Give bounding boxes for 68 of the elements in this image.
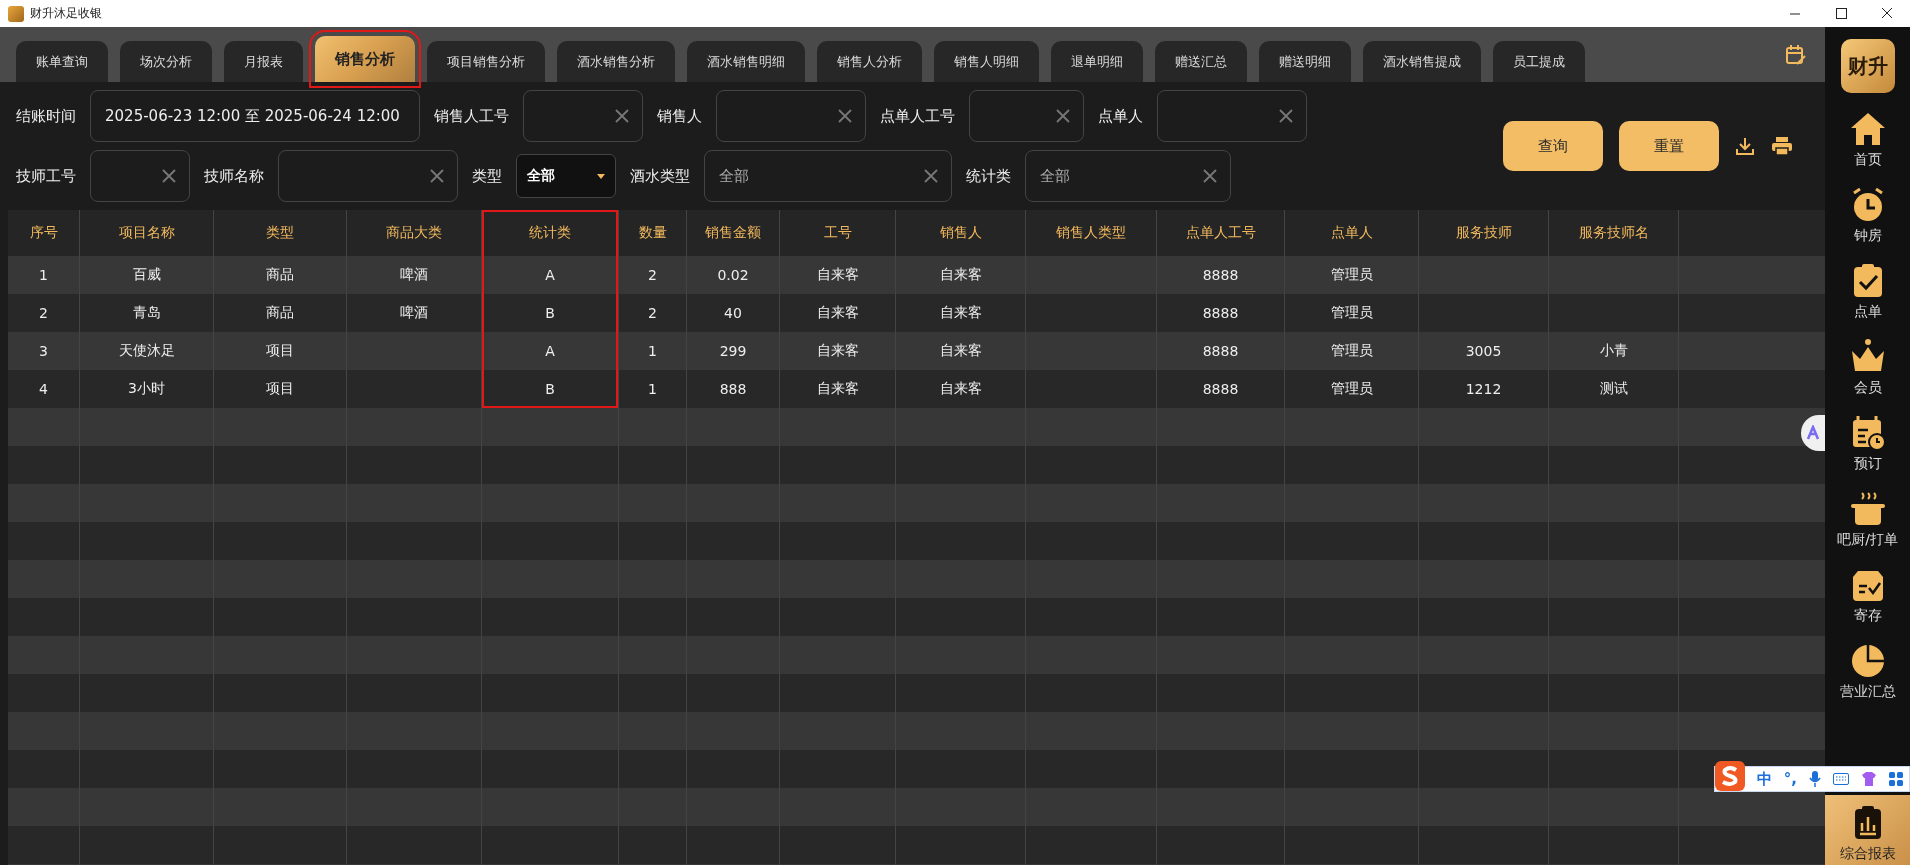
column-header: 统计类: [482, 210, 619, 256]
report-tab[interactable]: 销售人明细: [934, 41, 1039, 82]
table-cell: B: [482, 370, 619, 408]
filter-label: 技师名称: [204, 166, 264, 186]
report-tab[interactable]: 酒水销售明细: [687, 41, 805, 82]
ime-punctuation[interactable]: °,: [1783, 770, 1797, 788]
filter-label: 销售人工号: [434, 106, 509, 126]
filter-label: 点单人: [1098, 106, 1143, 126]
download-icon[interactable]: [1735, 136, 1755, 156]
sidebar-item[interactable]: 吧厨/打单: [1825, 481, 1910, 557]
microphone-icon[interactable]: [1809, 771, 1821, 787]
filter-label: 结账时间: [16, 106, 76, 126]
app-logo-icon: [8, 5, 24, 22]
filter-field[interactable]: [716, 90, 866, 142]
sidebar-item[interactable]: 点单: [1825, 253, 1910, 329]
report-tab[interactable]: 赠送明细: [1259, 41, 1351, 82]
filter-label: 销售人: [657, 106, 702, 126]
print-icon[interactable]: [1771, 136, 1793, 156]
clear-icon[interactable]: [1056, 109, 1070, 123]
ime-mode[interactable]: 中: [1756, 769, 1772, 789]
report-tab[interactable]: 退单明细: [1051, 41, 1143, 82]
letter-a-icon: [1805, 425, 1821, 441]
shirt-icon[interactable]: [1861, 771, 1877, 787]
clear-icon[interactable]: [1279, 109, 1293, 123]
filter-field[interactable]: [523, 90, 643, 142]
filter-label: 酒水类型: [630, 166, 690, 186]
keyboard-icon[interactable]: [1833, 773, 1849, 785]
sidebar-item[interactable]: 会员: [1825, 329, 1910, 405]
sidebar-item[interactable]: 综合报表: [1825, 795, 1910, 865]
clear-icon[interactable]: [838, 109, 852, 123]
filter-field[interactable]: [278, 150, 458, 202]
report-tab[interactable]: 场次分析: [120, 41, 212, 82]
report-tab[interactable]: 账单查询: [16, 41, 108, 82]
filter-label: 技师工号: [16, 166, 76, 186]
brand-logo: 财升: [1840, 39, 1895, 93]
clear-icon[interactable]: [162, 169, 176, 183]
report-tab[interactable]: 员工提成: [1493, 41, 1585, 82]
report-tab[interactable]: 销售人分析: [817, 41, 922, 82]
query-button[interactable]: 查询: [1503, 121, 1603, 171]
filter-label: 类型: [472, 166, 502, 186]
filter-label: 点单人工号: [880, 106, 955, 126]
sidebar-item[interactable]: 首页: [1825, 101, 1910, 177]
reset-button[interactable]: 重置: [1619, 121, 1719, 171]
report-tab[interactable]: 赠送汇总: [1155, 41, 1247, 82]
report-tab[interactable]: 酒水销售提成: [1363, 41, 1481, 82]
report-tab[interactable]: 酒水销售分析: [557, 41, 675, 82]
filter-field[interactable]: 全部: [1025, 150, 1231, 202]
grid-icon[interactable]: [1889, 772, 1903, 786]
sidebar-item[interactable]: 钟房: [1825, 177, 1910, 253]
report-tab[interactable]: 月报表: [224, 41, 303, 82]
sidebar-item[interactable]: 寄存: [1825, 557, 1910, 633]
sidebar-item[interactable]: 营业汇总: [1825, 633, 1910, 709]
type-dropdown[interactable]: 全部: [516, 154, 616, 198]
filter-field[interactable]: [1157, 90, 1307, 142]
filter-field[interactable]: [969, 90, 1084, 142]
filter-field[interactable]: 2025-06-23 12:00 至 2025-06-24 12:00: [90, 90, 420, 142]
filter-field[interactable]: 全部: [704, 150, 952, 202]
clear-icon[interactable]: [1203, 169, 1217, 183]
clear-icon[interactable]: [430, 169, 444, 183]
report-tab[interactable]: 项目销售分析: [427, 41, 545, 82]
sidebar-item[interactable]: 预订: [1825, 405, 1910, 481]
window-title: 财升沐足收银: [30, 5, 102, 22]
caret-icon: [597, 173, 605, 179]
filter-label: 统计类: [966, 166, 1011, 186]
calendar-edit-icon[interactable]: [1785, 43, 1807, 66]
filter-field[interactable]: [90, 150, 190, 202]
clear-icon[interactable]: [924, 169, 938, 183]
clear-icon[interactable]: [615, 109, 629, 123]
